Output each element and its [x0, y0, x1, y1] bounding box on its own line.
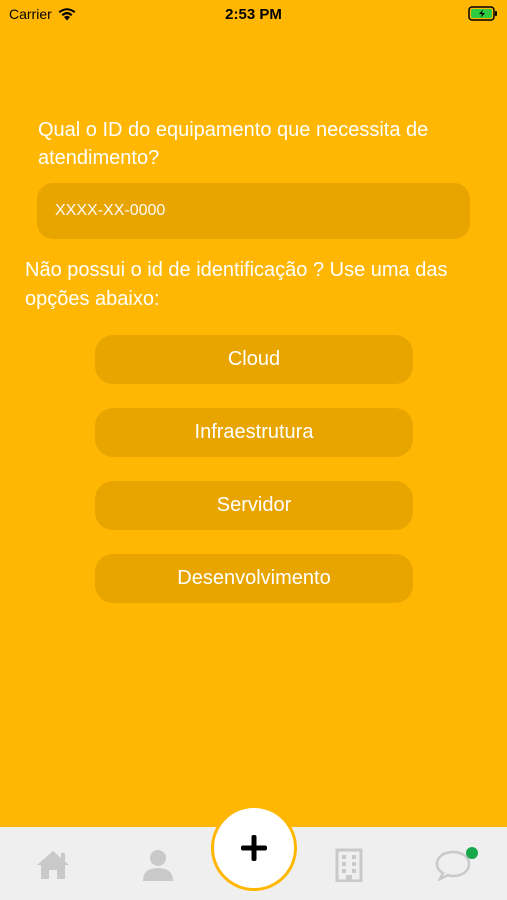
infraestrutura-button[interactable]: Infraestrutura [95, 408, 413, 457]
equipment-id-question: Qual o ID do equipamento que necessita d… [38, 119, 429, 169]
servidor-button[interactable]: Servidor [95, 481, 413, 530]
status-time: 2:53 PM [225, 6, 282, 23]
tab-home[interactable] [33, 845, 73, 885]
desenvolvimento-button[interactable]: Desenvolvimento [95, 554, 413, 603]
building-icon [335, 848, 363, 882]
tab-profile[interactable] [138, 845, 178, 885]
category-options: Cloud Infraestrutura Servidor Desenvolvi… [95, 335, 413, 627]
tab-buildings[interactable] [329, 845, 369, 885]
user-icon [143, 850, 173, 881]
equipment-id-input[interactable] [37, 183, 470, 239]
no-id-hint: Não possui o id de identificação ? Use u… [25, 259, 448, 310]
notification-badge [466, 847, 478, 859]
home-icon [37, 851, 69, 879]
status-bar: Carrier 2:53 PM [0, 0, 507, 28]
battery-icon [468, 6, 497, 21]
add-request-button[interactable] [211, 805, 297, 891]
cloud-button[interactable]: Cloud [95, 335, 413, 384]
add-icon [241, 835, 267, 861]
